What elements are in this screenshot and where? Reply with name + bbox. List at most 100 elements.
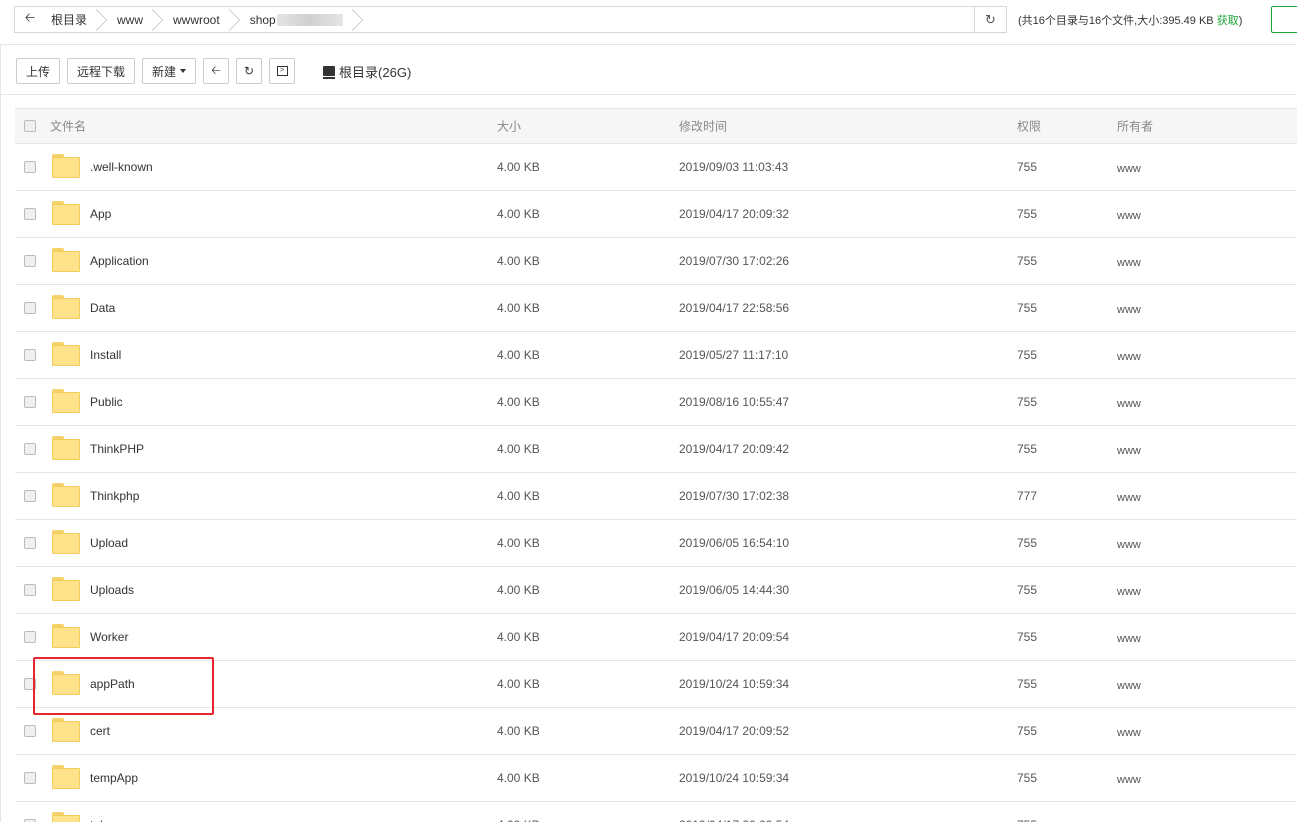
file-name[interactable]: Data	[90, 301, 115, 315]
file-owner[interactable]: www	[1117, 163, 1141, 175]
file-owner[interactable]: www	[1117, 351, 1141, 363]
header-owner[interactable]: 所有者	[1117, 118, 1153, 135]
header-name[interactable]: 文件名	[50, 118, 86, 135]
row-checkbox[interactable]	[24, 349, 36, 361]
file-permission[interactable]: 755	[1017, 583, 1037, 597]
file-owner[interactable]: www	[1117, 633, 1141, 645]
file-permission[interactable]: 755	[1017, 348, 1037, 362]
breadcrumb-wwwroot[interactable]: wwwroot	[157, 7, 234, 32]
table-row[interactable]: cert 4.00 KB 2019/04/17 20:09:52 755 www	[15, 708, 1297, 755]
file-permission[interactable]: 755	[1017, 301, 1037, 315]
file-owner[interactable]: www	[1117, 727, 1141, 739]
file-modified: 2019/05/27 11:17:10	[679, 348, 789, 362]
file-owner[interactable]: www	[1117, 257, 1141, 269]
file-owner[interactable]: www	[1117, 586, 1141, 598]
file-owner[interactable]: www	[1117, 445, 1141, 457]
file-permission[interactable]: 755	[1017, 442, 1037, 456]
upload-button[interactable]: 上传	[16, 58, 61, 84]
table-row[interactable]: tempApp 4.00 KB 2019/10/24 10:59:34 755 www	[15, 755, 1297, 802]
file-owner[interactable]: www	[1117, 304, 1141, 316]
get-size-link[interactable]: 获取	[1217, 15, 1239, 27]
table-row[interactable]: Public 4.00 KB 2019/08/16 10:55:47 755 www	[15, 379, 1297, 426]
file-permission[interactable]: 755	[1017, 207, 1037, 221]
folder-icon	[52, 812, 80, 822]
remote-download-button[interactable]: 远程下载	[67, 58, 136, 84]
file-modified: 2019/04/17 20:09:52	[679, 724, 790, 738]
search-box[interactable]	[1271, 6, 1297, 33]
file-size: 4.00 KB	[497, 207, 540, 221]
file-name[interactable]: Install	[90, 348, 121, 362]
breadcrumb-root[interactable]: 根目录	[45, 7, 101, 32]
file-name[interactable]: Application	[90, 254, 149, 268]
file-owner[interactable]: www	[1117, 774, 1141, 786]
row-checkbox[interactable]	[24, 772, 36, 784]
table-row[interactable]: App 4.00 KB 2019/04/17 20:09:32 755 www	[15, 191, 1297, 238]
breadcrumb-shop[interactable]: shop	[234, 7, 357, 32]
row-checkbox[interactable]	[24, 490, 36, 502]
table-row[interactable]: Uploads 4.00 KB 2019/06/05 14:44:30 755 www	[15, 567, 1297, 614]
file-owner[interactable]: www	[1117, 210, 1141, 222]
table-row[interactable]: Worker 4.00 KB 2019/04/17 20:09:54 755 www	[15, 614, 1297, 661]
file-name[interactable]: Upload	[90, 536, 128, 550]
new-dropdown-button[interactable]: 新建	[142, 58, 197, 84]
file-name[interactable]: tpl	[90, 818, 103, 822]
refresh-icon[interactable]: ↻	[974, 7, 1006, 32]
file-permission[interactable]: 755	[1017, 160, 1037, 174]
row-checkbox[interactable]	[24, 725, 36, 737]
table-row[interactable]: Thinkphp 4.00 KB 2019/07/30 17:02:38 777 www	[15, 473, 1297, 520]
row-checkbox[interactable]	[24, 396, 36, 408]
file-owner[interactable]: www	[1117, 492, 1141, 504]
folder-icon	[52, 248, 80, 272]
file-permission[interactable]: 755	[1017, 677, 1037, 691]
file-size: 4.00 KB	[497, 489, 540, 503]
file-name[interactable]: .well-known	[90, 160, 153, 174]
path-input-area[interactable]	[357, 7, 974, 32]
file-permission[interactable]: 755	[1017, 771, 1037, 785]
file-name[interactable]: ThinkPHP	[90, 442, 144, 456]
file-name[interactable]: cert	[90, 724, 110, 738]
file-permission[interactable]: 755	[1017, 724, 1037, 738]
row-checkbox[interactable]	[24, 631, 36, 643]
table-row[interactable]: .well-known 4.00 KB 2019/09/03 11:03:43 755…	[15, 144, 1297, 191]
go-back-button[interactable]: 🡠	[203, 58, 230, 84]
file-permission[interactable]: 755	[1017, 536, 1037, 550]
file-owner[interactable]: www	[1117, 398, 1141, 410]
file-owner[interactable]: www	[1117, 539, 1141, 551]
row-checkbox[interactable]	[24, 161, 36, 173]
file-name[interactable]: Public	[90, 395, 123, 409]
header-size[interactable]: 大小	[497, 118, 521, 135]
file-permission[interactable]: 755	[1017, 254, 1037, 268]
back-arrow-icon[interactable]: 🡠	[15, 7, 45, 32]
terminal-button[interactable]: >	[269, 58, 296, 84]
file-name[interactable]: tempApp	[90, 771, 138, 785]
select-all-checkbox[interactable]	[24, 120, 36, 132]
file-permission[interactable]: 755	[1017, 630, 1037, 644]
file-permission[interactable]: 755	[1017, 395, 1037, 409]
header-permission[interactable]: 权限	[1017, 118, 1041, 135]
refresh-button[interactable]: ↻	[236, 58, 263, 84]
row-checkbox[interactable]	[24, 443, 36, 455]
file-permission[interactable]: 755	[1017, 818, 1037, 822]
row-checkbox[interactable]	[24, 584, 36, 596]
file-owner[interactable]: www	[1117, 680, 1141, 692]
table-row[interactable]: Upload 4.00 KB 2019/06/05 16:54:10 755 www	[15, 520, 1297, 567]
row-checkbox[interactable]	[24, 302, 36, 314]
header-modified[interactable]: 修改时间	[679, 118, 727, 135]
file-modified: 2019/06/05 16:54:10	[679, 536, 790, 550]
row-checkbox[interactable]	[24, 208, 36, 220]
disk-root[interactable]: 根目录(26G)	[323, 62, 411, 81]
file-name[interactable]: App	[90, 207, 111, 221]
file-name[interactable]: Thinkphp	[90, 489, 139, 503]
table-row[interactable]: Application 4.00 KB 2019/07/30 17:02:26 755…	[15, 238, 1297, 285]
row-checkbox[interactable]	[24, 537, 36, 549]
table-row[interactable]: tpl4.00 KB2019/04/17 20:09:54755www	[15, 802, 1297, 822]
table-row[interactable]: Data 4.00 KB 2019/04/17 22:58:56 755 www	[15, 285, 1297, 332]
breadcrumb-www[interactable]: www	[101, 7, 157, 32]
file-name[interactable]: Worker	[90, 630, 128, 644]
table-row[interactable]: Install 4.00 KB 2019/05/27 11:17:10 755 www	[15, 332, 1297, 379]
file-name[interactable]: Uploads	[90, 583, 134, 597]
file-permission[interactable]: 777	[1017, 489, 1037, 503]
row-checkbox[interactable]	[24, 255, 36, 267]
file-modified: 2019/10/24 10:59:34	[679, 771, 790, 785]
table-row[interactable]: ThinkPHP 4.00 KB 2019/04/17 20:09:42 755 www	[15, 426, 1297, 473]
